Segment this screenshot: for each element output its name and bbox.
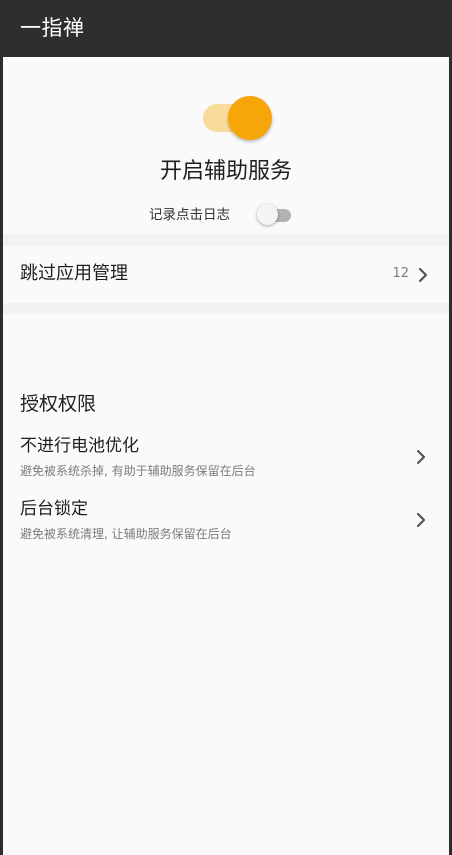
log-toggle-thumb bbox=[257, 204, 278, 225]
battery-optimization-item[interactable]: 不进行电池优化 避免被系统杀掉, 有助于辅助服务保留在后台 bbox=[3, 433, 449, 489]
skip-count-badge: 12 bbox=[392, 266, 409, 281]
service-card: 开启辅助服务 记录点击日志 bbox=[3, 57, 449, 234]
app-window: 一指禅 开启辅助服务 记录点击日志 跳过应用管理 12 授权权限 不进行电池优化… bbox=[0, 0, 452, 855]
permissions-section-title: 授权权限 bbox=[20, 393, 97, 415]
service-toggle[interactable] bbox=[200, 96, 272, 140]
battery-optimization-title: 不进行电池优化 bbox=[20, 436, 139, 456]
service-toggle-thumb bbox=[228, 96, 272, 140]
chevron-right-icon bbox=[414, 510, 428, 530]
chevron-right-icon bbox=[414, 447, 428, 467]
skip-app-management-row[interactable]: 跳过应用管理 12 bbox=[3, 246, 449, 303]
permissions-card: 授权权限 不进行电池优化 避免被系统杀掉, 有助于辅助服务保留在后台 后台锁定 … bbox=[3, 314, 449, 855]
main-content: 开启辅助服务 记录点击日志 跳过应用管理 12 授权权限 不进行电池优化 避免被… bbox=[3, 57, 449, 855]
app-toolbar: 一指禅 bbox=[0, 0, 452, 57]
background-lock-subtitle: 避免被系统清理, 让辅助服务保留在后台 bbox=[20, 527, 232, 541]
service-title: 开启辅助服务 bbox=[159, 159, 292, 184]
skip-app-management-label: 跳过应用管理 bbox=[20, 263, 128, 284]
log-toggle[interactable] bbox=[257, 204, 293, 226]
background-lock-title: 后台锁定 bbox=[20, 499, 88, 519]
background-lock-item[interactable]: 后台锁定 避免被系统清理, 让辅助服务保留在后台 bbox=[3, 496, 449, 552]
chevron-right-icon bbox=[416, 265, 430, 285]
battery-optimization-subtitle: 避免被系统杀掉, 有助于辅助服务保留在后台 bbox=[20, 464, 256, 478]
log-label: 记录点击日志 bbox=[149, 207, 230, 223]
app-title: 一指禅 bbox=[20, 16, 85, 40]
